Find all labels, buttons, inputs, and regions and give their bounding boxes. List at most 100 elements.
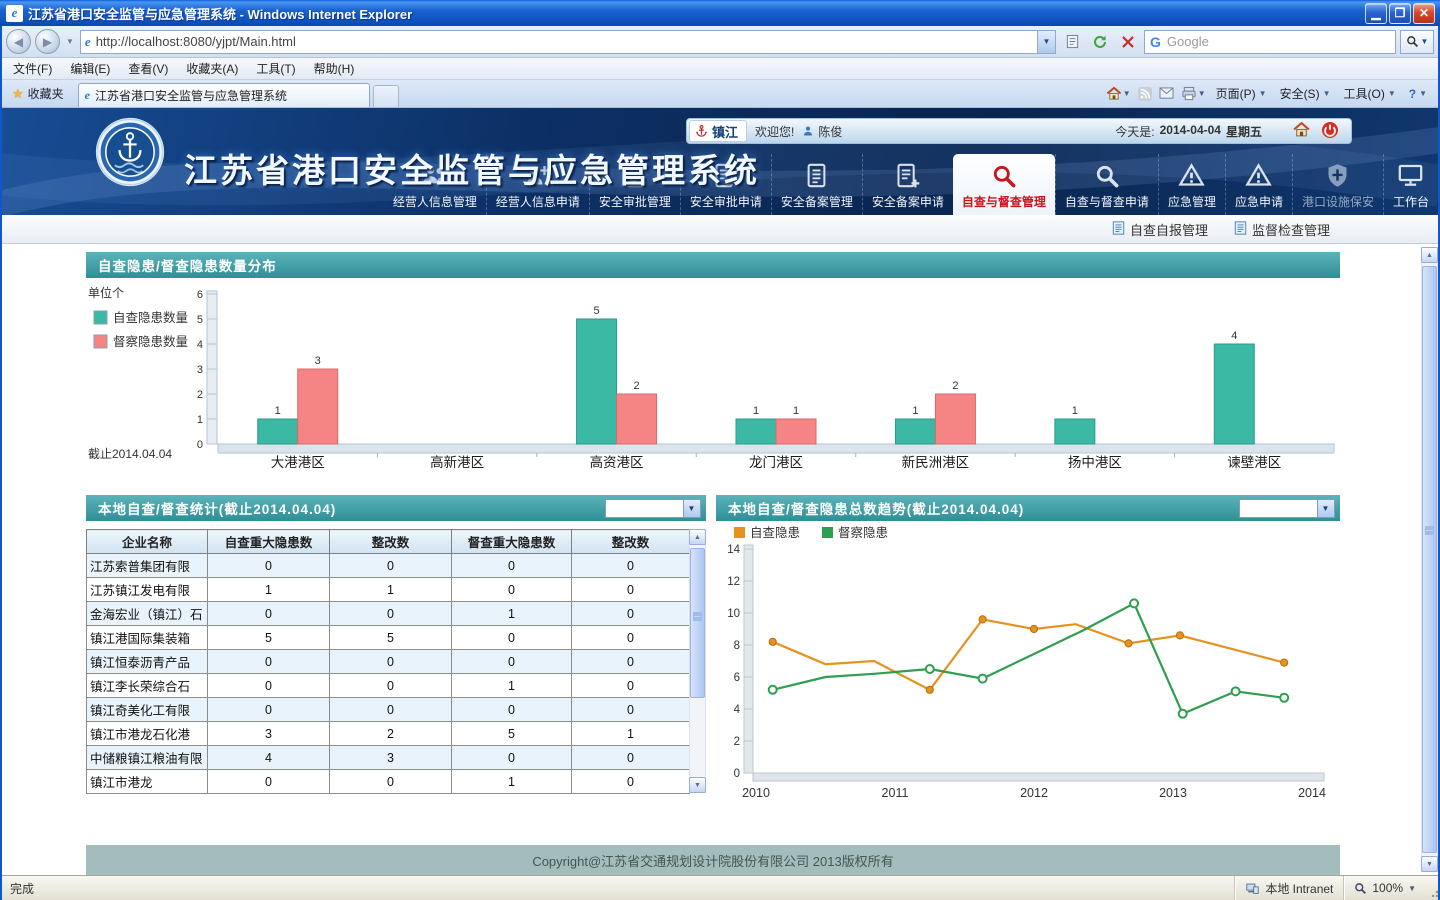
- table-row[interactable]: 镇江市港龙0010: [87, 770, 690, 794]
- address-dropdown-button[interactable]: ▼: [1037, 31, 1055, 53]
- table-row[interactable]: 中储粮镇江粮油有限4300: [87, 746, 690, 770]
- print-dropdown-icon[interactable]: ▼: [1198, 89, 1206, 98]
- distribution-title: 自查隐患/督查隐患数量分布: [98, 255, 277, 275]
- subnav-item-self-report-mgmt[interactable]: 自查自报管理: [1112, 220, 1208, 239]
- svg-text:龙门港区: 龙门港区: [749, 455, 803, 470]
- nav-item-safety-record-apply[interactable]: 安全备案申请: [862, 154, 953, 215]
- magnifier-icon: [1093, 162, 1120, 189]
- nav-item-emergency-mgmt[interactable]: 应急管理: [1158, 154, 1225, 215]
- stats-table-head: 企业名称自查重大隐患数整改数督查重大隐患数整改数: [87, 530, 690, 554]
- close-button[interactable]: ✕: [1413, 3, 1435, 24]
- chevron-down-icon[interactable]: ▼: [683, 500, 700, 517]
- maximize-button[interactable]: ❐: [1389, 3, 1411, 24]
- svg-text:2011: 2011: [882, 786, 909, 800]
- home-button[interactable]: ▼: [1106, 86, 1131, 101]
- home-dropdown-icon[interactable]: ▼: [1123, 89, 1131, 98]
- table-row[interactable]: 镇江市港龙石化港3251: [87, 722, 690, 746]
- nav-item-emergency-apply[interactable]: 应急申请: [1225, 154, 1292, 215]
- scroll-down-button[interactable]: ▼: [689, 777, 706, 793]
- logout-icon[interactable]: [1321, 121, 1339, 142]
- table-row[interactable]: 江苏索普集团有限0000: [87, 554, 690, 578]
- stats-panel-header: 本地自查/督查统计(截止2014.04.04) ▼: [86, 495, 706, 521]
- svg-text:自查隐患: 自查隐患: [750, 526, 800, 540]
- menu-item-4[interactable]: 工具(T): [247, 58, 304, 79]
- nav-item-port-facility-security[interactable]: 港口设施保安: [1292, 154, 1383, 215]
- table-row[interactable]: 金海宏业（镇江）石0010: [87, 602, 690, 626]
- nav-item-safety-record-mgmt[interactable]: 安全备案管理: [771, 154, 862, 215]
- welcome-label: 欢迎您!: [755, 123, 794, 140]
- favorites-button[interactable]: ★ 收藏夹: [4, 81, 72, 107]
- nav-item-workbench[interactable]: 工作台: [1383, 154, 1438, 215]
- nav-item-operator-info-mgmt[interactable]: 经营人信息管理: [384, 154, 486, 215]
- table-row[interactable]: 镇江李长荣综合石0010: [87, 674, 690, 698]
- search-input[interactable]: G Google: [1144, 30, 1396, 54]
- svg-text:10: 10: [727, 608, 740, 620]
- back-button[interactable]: ◀: [6, 29, 31, 54]
- doc-check-icon: [621, 162, 648, 189]
- subnav-doc-icon: [1112, 221, 1125, 238]
- scroll-up-button[interactable]: ▲: [689, 529, 706, 545]
- tab-active[interactable]: e 江苏省港口安全监管与应急管理系统: [78, 83, 370, 107]
- new-tab-button[interactable]: [373, 85, 399, 107]
- minimize-button[interactable]: ▁: [1365, 3, 1387, 24]
- nav-item-operator-info-apply[interactable]: 经营人信息申请: [486, 154, 589, 215]
- mail-button[interactable]: [1159, 87, 1174, 100]
- home-shortcut-icon[interactable]: [1292, 121, 1311, 142]
- svg-text:4: 4: [1231, 330, 1237, 342]
- trend-filter-dropdown[interactable]: ▼: [1239, 499, 1335, 518]
- stop-button[interactable]: [1116, 30, 1140, 54]
- table-row[interactable]: 江苏镇江发电有限1100: [87, 578, 690, 602]
- sub-nav: 自查自报管理 监督检查管理: [0, 215, 1440, 244]
- help-menu[interactable]: ?▼: [1406, 85, 1430, 103]
- nav-item-safety-approval-mgmt[interactable]: 安全审批管理: [589, 154, 680, 215]
- table-row[interactable]: 镇江奇美化工有限0000: [87, 698, 690, 722]
- svg-text:高资港区: 高资港区: [590, 454, 644, 470]
- doc-plus-icon: [894, 162, 921, 189]
- svg-text:14: 14: [727, 544, 740, 556]
- welcome-strip: 镇江 欢迎您! 陈俊 今天是: 2014-04-04 星期五: [686, 118, 1352, 144]
- menu-item-1[interactable]: 编辑(E): [61, 58, 119, 79]
- tools-menu[interactable]: 工具(O)▼: [1340, 83, 1398, 104]
- chevron-down-icon[interactable]: ▼: [1317, 500, 1334, 517]
- app-banner: 江苏省港口安全监管与应急管理系统 镇江 欢迎您!: [0, 108, 1440, 215]
- table-row[interactable]: 镇江恒泰沥青产品0000: [87, 650, 690, 674]
- zoom-dropdown-icon[interactable]: ▼: [1408, 884, 1416, 893]
- forward-button[interactable]: ▶: [35, 29, 60, 54]
- safety-menu[interactable]: 安全(S)▼: [1277, 83, 1334, 104]
- feed-button[interactable]: [1138, 87, 1152, 101]
- menu-item-0[interactable]: 文件(F): [4, 58, 61, 79]
- table-scrollbar[interactable]: ▲ ▼: [689, 529, 706, 793]
- document-icon: [803, 162, 830, 189]
- nav-item-self-inspection-mgmt[interactable]: 自查与督查管理: [953, 154, 1055, 215]
- port-city: 镇江: [712, 122, 738, 141]
- trend-title: 本地自查/督查隐患总数趋势(截止2014.04.04): [728, 498, 1024, 518]
- menu-item-5[interactable]: 帮助(H): [305, 58, 364, 79]
- page-scrollbar-thumb[interactable]: [1422, 266, 1437, 853]
- nav-item-safety-approval-apply[interactable]: 安全审批申请: [680, 154, 771, 215]
- compatibility-view-icon[interactable]: [1060, 30, 1084, 54]
- page-scrollbar[interactable]: ▲ ▼: [1421, 247, 1438, 872]
- scrollbar-thumb[interactable]: [690, 548, 705, 698]
- page-menu[interactable]: 页面(P)▼: [1213, 83, 1270, 104]
- address-field[interactable]: e http://localhost:8080/yjpt/Main.html ▼: [80, 30, 1056, 54]
- nav-item-self-inspection-apply[interactable]: 自查与督查申请: [1055, 154, 1158, 215]
- svg-text:12: 12: [727, 576, 740, 588]
- table-row[interactable]: 镇江港国际集装箱5500: [87, 626, 690, 650]
- history-dropdown-icon[interactable]: ▼: [64, 37, 76, 46]
- menu-item-2[interactable]: 查看(V): [119, 58, 177, 79]
- page-scroll-up-button[interactable]: ▲: [1421, 247, 1438, 263]
- tab-title: 江苏省港口安全监管与应急管理系统: [95, 87, 287, 104]
- address-url[interactable]: http://localhost:8080/yjpt/Main.html: [96, 34, 1037, 49]
- menu-item-3[interactable]: 收藏夹(A): [177, 58, 247, 79]
- subnav-item-supervise-check-mgmt[interactable]: 监督检查管理: [1234, 220, 1330, 239]
- stats-table-wrap: 企业名称自查重大隐患数整改数督查重大隐患数整改数 江苏索普集团有限0000江苏镇…: [86, 529, 706, 797]
- search-dropdown-icon[interactable]: ▼: [1421, 37, 1429, 46]
- svg-text:1: 1: [912, 405, 918, 417]
- search-button[interactable]: ▼: [1400, 30, 1434, 54]
- refresh-button[interactable]: [1088, 30, 1112, 54]
- stats-filter-dropdown[interactable]: ▼: [605, 499, 701, 518]
- zoom-control[interactable]: 100% ▼: [1343, 876, 1426, 900]
- print-button[interactable]: ▼: [1181, 86, 1206, 101]
- svg-text:2013: 2013: [1159, 786, 1187, 800]
- page-scroll-down-button[interactable]: ▼: [1421, 856, 1438, 872]
